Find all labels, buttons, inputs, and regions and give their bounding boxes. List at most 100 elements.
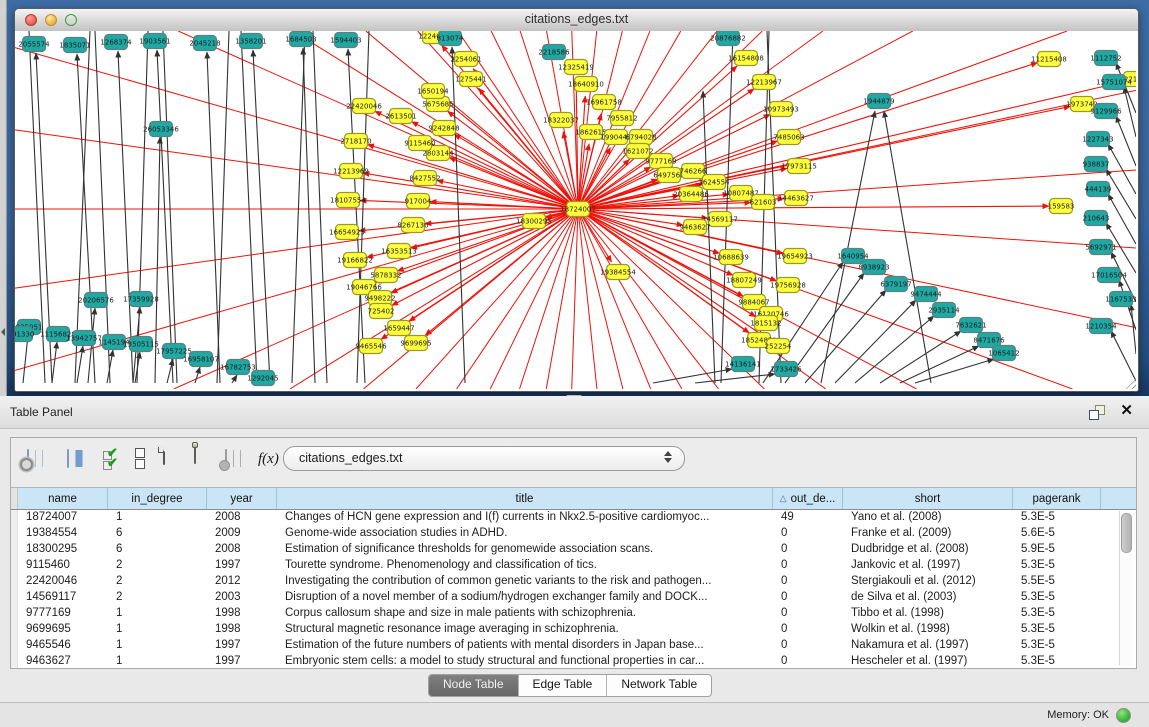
citation-edge-black[interactable]: [207, 52, 220, 383]
vertical-scrollbar[interactable]: [1119, 511, 1132, 665]
graph-node[interactable]: 1268374: [100, 35, 132, 50]
citation-edge-black[interactable]: [884, 111, 931, 383]
graph-node[interactable]: 621603: [750, 195, 777, 210]
citation-edge-black[interactable]: [292, 31, 305, 383]
graph-node[interactable]: 252254: [765, 339, 792, 354]
citation-edge-black[interactable]: [303, 48, 315, 383]
graph-node[interactable]: 210643: [1083, 211, 1110, 226]
citation-edge-ray[interactable]: [572, 209, 578, 389]
table-row[interactable]: 1830029562008Estimation of significance …: [11, 542, 1136, 558]
graph-node[interactable]: 16154808: [728, 51, 764, 66]
citation-edge-black[interactable]: [232, 375, 237, 383]
graph-node[interactable]: 1944879: [863, 94, 894, 109]
graph-node[interactable]: 10688639: [713, 250, 749, 265]
citation-edge-black[interactable]: [695, 374, 775, 383]
graph-node[interactable]: 725402: [368, 304, 395, 319]
graph-node[interactable]: 6379197: [880, 277, 911, 292]
graph-node[interactable]: 9465546: [355, 339, 387, 354]
show-columns-icon[interactable]: [67, 450, 69, 468]
graph-node[interactable]: 1358201: [235, 34, 266, 49]
graph-node[interactable]: 2254061: [450, 52, 481, 67]
graph-node[interactable]: 917004: [405, 194, 432, 209]
tab-edge-table[interactable]: Edge Table: [519, 675, 608, 696]
table-row[interactable]: 1872400712008Changes of HCN gene express…: [11, 510, 1136, 526]
graph-node[interactable]: 1167533: [1105, 292, 1136, 307]
function-builder-icon[interactable]: f(x): [258, 451, 279, 468]
graph-node[interactable]: 813074: [437, 31, 464, 46]
scrollbar-thumb[interactable]: [1121, 513, 1132, 553]
graph-node[interactable]: 11215408: [1031, 52, 1067, 67]
citation-edge-black[interactable]: [1124, 87, 1136, 137]
graph-node[interactable]: 444139: [1085, 182, 1112, 197]
graph-node[interactable]: 1659447: [383, 321, 414, 336]
graph-node[interactable]: 26053346: [143, 122, 179, 137]
graph-node[interactable]: 3624554: [698, 175, 730, 190]
graph-node[interactable]: 7632621: [955, 318, 986, 333]
graph-node[interactable]: 1594403: [330, 33, 361, 48]
graph-node[interactable]: 1112752: [1090, 51, 1121, 66]
citation-edge-ray[interactable]: [578, 31, 1067, 209]
citation-edge-black[interactable]: [357, 31, 369, 383]
column-header-out_degree[interactable]: △out_de...: [773, 488, 843, 509]
graph-node[interactable]: 9242848: [428, 121, 459, 136]
graph-node[interactable]: 2218586: [538, 45, 570, 60]
graph-node[interactable]: 17016504: [1091, 268, 1127, 283]
network-canvas[interactable]: 2242004627181701221396918107554166549251…: [15, 31, 1136, 389]
graph-node[interactable]: 12213969: [333, 164, 369, 179]
graph-node[interactable]: 9115460: [404, 136, 435, 151]
left-panel-collapsed-strip[interactable]: [0, 0, 7, 396]
table-row[interactable]: 911546021997Tourette syndrome. Phenomeno…: [11, 558, 1136, 574]
table-row[interactable]: 977716911998Corpus callosum shape and si…: [11, 606, 1136, 622]
table-row[interactable]: 1456911722003Disruption of a novel membe…: [11, 590, 1136, 606]
citation-edge-ray[interactable]: [546, 209, 578, 389]
table-row[interactable]: 969969511998Structural magnetic resonanc…: [11, 622, 1136, 638]
citation-edge-black[interactable]: [253, 50, 270, 383]
network-window-titlebar[interactable]: citations_edges.txt: [15, 9, 1138, 32]
citation-edge-black[interactable]: [1108, 194, 1136, 244]
graph-node[interactable]: 10973493: [763, 102, 799, 117]
column-header-title[interactable]: title: [277, 488, 773, 509]
citation-edge-black[interactable]: [52, 342, 57, 383]
graph-node[interactable]: 1292045: [247, 371, 278, 386]
graph-node[interactable]: 2718170: [340, 134, 371, 149]
new-table-icon[interactable]: [163, 447, 165, 465]
citation-edge-ray[interactable]: [578, 31, 717, 209]
graph-node[interactable]: 12213967: [746, 75, 782, 90]
graph-node[interactable]: 8267130: [397, 218, 428, 233]
graph-node[interactable]: 12325419: [558, 60, 594, 75]
graph-node[interactable]: 20206576: [78, 293, 114, 308]
close-panel-icon[interactable]: ✕: [1120, 402, 1133, 420]
graph-node[interactable]: 1210354: [1085, 319, 1117, 334]
graph-node[interactable]: 1684503: [285, 32, 316, 47]
graph-node[interactable]: 391330: [15, 327, 34, 342]
graph-node[interactable]: 19166822: [337, 253, 373, 268]
graph-node[interactable]: 9474444: [910, 287, 942, 302]
table-row[interactable]: 2242004622012Investigating the contribut…: [11, 574, 1136, 590]
table-selector-dropdown[interactable]: citations_edges.txt: [283, 446, 685, 471]
table-row[interactable]: 946362711997Embryonic stem cells: a mode…: [11, 654, 1136, 668]
graph-node[interactable]: 1835071: [59, 38, 90, 53]
citation-edge-black[interactable]: [23, 335, 28, 383]
graph-node[interactable]: 8938923: [858, 260, 889, 275]
graph-node[interactable]: 5692971: [1085, 240, 1116, 255]
citation-edge-black[interactable]: [118, 51, 133, 383]
citation-edge-black[interactable]: [900, 346, 979, 383]
citation-edge-black[interactable]: [313, 31, 327, 383]
citation-edge-ray[interactable]: [520, 209, 578, 389]
graph-node[interactable]: 1650194: [417, 84, 449, 99]
graph-node[interactable]: 18322037: [543, 113, 579, 128]
graph-node[interactable]: 18107554: [330, 193, 366, 208]
citation-edge[interactable]: [425, 209, 578, 335]
graph-node[interactable]: 159583: [1048, 199, 1075, 214]
graph-node[interactable]: 8427552: [409, 171, 440, 186]
graph-node[interactable]: 2055574: [18, 37, 50, 52]
citation-edge-black[interactable]: [452, 47, 465, 383]
citation-edge-black[interactable]: [1106, 169, 1136, 219]
graph-node[interactable]: 5878332: [370, 268, 401, 283]
graph-node[interactable]: 9129966: [1090, 104, 1122, 119]
graph-node[interactable]: 1227343: [1082, 132, 1113, 147]
citation-edge-ray[interactable]: [416, 209, 578, 389]
graph-node[interactable]: 16654925: [329, 225, 365, 240]
column-header-short[interactable]: short: [843, 488, 1013, 509]
citation-edge-black[interactable]: [195, 367, 200, 383]
